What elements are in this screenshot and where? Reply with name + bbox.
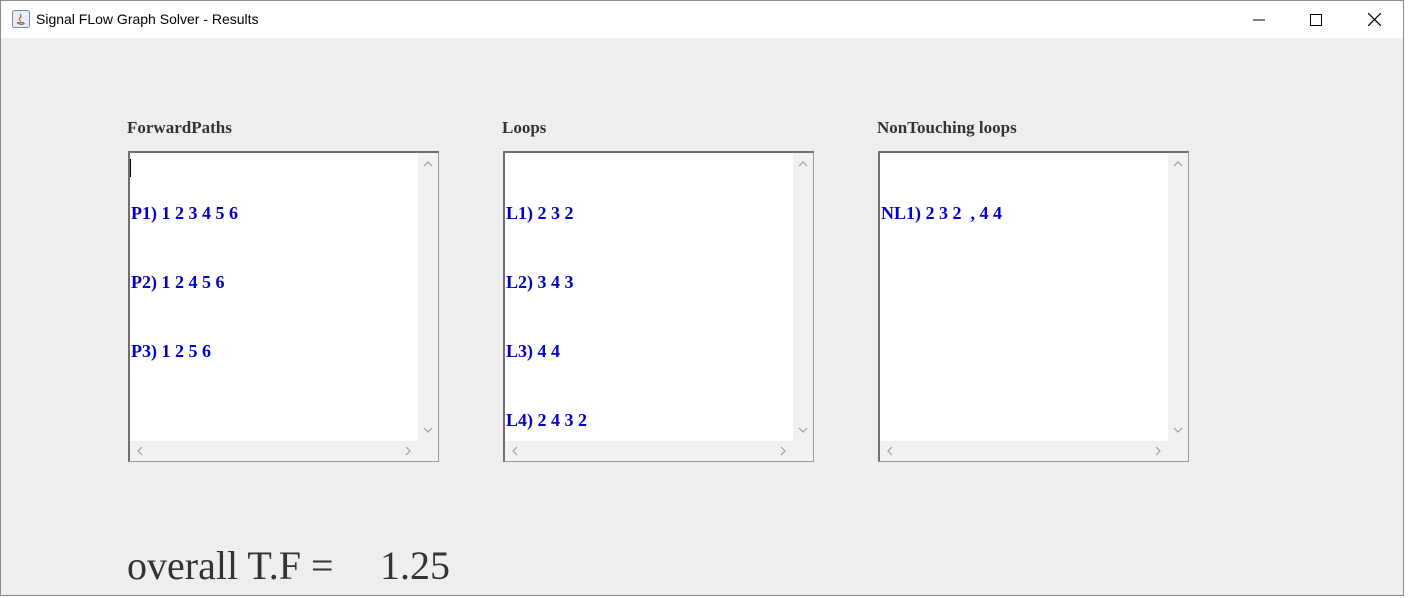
loops-label: Loops [502, 118, 547, 137]
maximize-button[interactable] [1287, 1, 1345, 38]
horizontal-scrollbar[interactable] [880, 441, 1188, 461]
list-item: NL1) 2 3 2 , 4 4 [881, 203, 1002, 223]
minimize-button[interactable] [1230, 1, 1288, 38]
java-app-icon [12, 10, 30, 28]
loops-textarea[interactable]: L1) 2 3 2 L2) 3 4 3 L3) 4 4 L4) 2 4 3 2 [503, 151, 814, 462]
horizontal-scrollbar[interactable] [505, 441, 813, 461]
scroll-down-icon[interactable] [421, 423, 435, 437]
scroll-up-icon[interactable] [421, 157, 435, 171]
scroll-left-icon[interactable] [883, 444, 897, 458]
results-window: Signal FLow Graph Solver - Results Forwa… [0, 0, 1404, 596]
list-item: L1) 2 3 2 [506, 203, 574, 223]
scroll-left-icon[interactable] [508, 444, 522, 458]
window-title: Signal FLow Graph Solver - Results [36, 11, 259, 27]
non-touching-loops-list: NL1) 2 3 2 , 4 4 [881, 156, 1002, 271]
forward-paths-textarea[interactable]: P1) 1 2 3 4 5 6 P2) 1 2 4 5 6 P3) 1 2 5 … [128, 151, 439, 462]
forward-paths-list: P1) 1 2 3 4 5 6 P2) 1 2 4 5 6 P3) 1 2 5 … [131, 156, 238, 409]
forward-paths-label: ForwardPaths [127, 118, 232, 137]
vertical-scrollbar[interactable] [418, 153, 438, 441]
vertical-scrollbar[interactable] [1168, 153, 1188, 441]
scroll-right-icon[interactable] [1151, 444, 1165, 458]
list-item: L4) 2 4 3 2 [506, 410, 587, 430]
scroll-right-icon[interactable] [776, 444, 790, 458]
list-item: L2) 3 4 3 [506, 272, 574, 292]
horizontal-scrollbar[interactable] [130, 441, 438, 461]
vertical-scrollbar[interactable] [793, 153, 813, 441]
close-icon [1367, 13, 1381, 26]
scroll-up-icon[interactable] [1171, 157, 1185, 171]
scroll-down-icon[interactable] [796, 423, 810, 437]
list-item: P3) 1 2 5 6 [131, 341, 211, 361]
scroll-right-icon[interactable] [401, 444, 415, 458]
scroll-left-icon[interactable] [133, 444, 147, 458]
list-item: P2) 1 2 4 5 6 [131, 272, 225, 292]
non-touching-loops-label: NonTouching loops [877, 118, 1017, 137]
overall-tf-value: 1.25 [380, 543, 450, 588]
loops-list: L1) 2 3 2 L2) 3 4 3 L3) 4 4 L4) 2 4 3 2 [506, 156, 587, 478]
maximize-icon [1310, 13, 1322, 26]
list-item: P1) 1 2 3 4 5 6 [131, 203, 238, 223]
overall-tf-label: overall T.F = [127, 543, 334, 588]
scroll-down-icon[interactable] [1171, 423, 1185, 437]
title-bar[interactable]: Signal FLow Graph Solver - Results [1, 1, 1403, 38]
list-item: L3) 4 4 [506, 341, 560, 361]
close-button[interactable] [1345, 1, 1403, 38]
minimize-icon [1253, 19, 1265, 20]
scroll-up-icon[interactable] [796, 157, 810, 171]
non-touching-loops-textarea[interactable]: NL1) 2 3 2 , 4 4 [878, 151, 1189, 462]
